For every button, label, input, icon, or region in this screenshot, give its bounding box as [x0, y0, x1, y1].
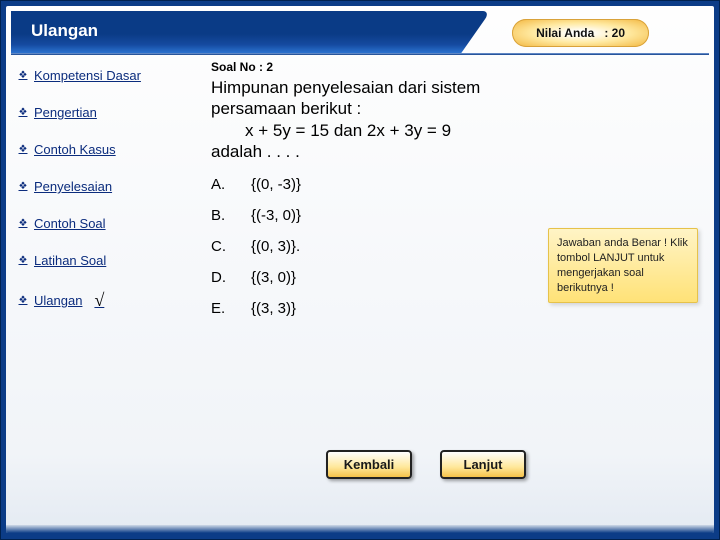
option-d-label[interactable]: D. — [211, 269, 251, 286]
sidebar-item-pengertian[interactable]: ❖ Pengertian — [18, 105, 203, 120]
check-mark-icon: √ — [94, 290, 104, 311]
back-button[interactable]: Kembali — [326, 450, 412, 479]
sidebar-item-label: Ulangan — [34, 293, 82, 308]
question-line-1: Himpunan penyelesaian dari sistem persam… — [211, 78, 480, 118]
sidebar-nav: ❖ Kompetensi Dasar ❖ Pengertian ❖ Contoh… — [18, 68, 203, 311]
diamond-bullet-icon: ❖ — [18, 108, 28, 118]
option-b-label[interactable]: B. — [211, 207, 251, 224]
diamond-bullet-icon: ❖ — [18, 182, 28, 192]
page-title: Ulangan — [31, 21, 98, 41]
sidebar-item-kompetensi-dasar[interactable]: ❖ Kompetensi Dasar — [18, 68, 203, 83]
sidebar-item-contoh-soal[interactable]: ❖ Contoh Soal — [18, 216, 203, 231]
score-label: Nilai Anda — [536, 26, 594, 40]
option-a-value[interactable]: {(0, -3)} — [251, 176, 704, 193]
option-a-label[interactable]: A. — [211, 176, 251, 193]
feedback-tooltip: Jawaban anda Benar ! Klik tombol LANJUT … — [548, 228, 698, 303]
option-e-label[interactable]: E. — [211, 300, 251, 317]
next-button[interactable]: Lanjut — [440, 450, 526, 479]
sidebar-item-label: Kompetensi Dasar — [34, 68, 141, 83]
app-frame: Ulangan Nilai Anda : 20 ❖ Kompetensi Das… — [0, 0, 720, 540]
diamond-bullet-icon: ❖ — [18, 256, 28, 266]
question-number: Soal No : 2 — [211, 60, 704, 74]
question-equation: x + 5y = 15 dan 2x + 3y = 9 — [211, 120, 536, 141]
sidebar-item-ulangan[interactable]: ❖ Ulangan √ — [18, 290, 203, 311]
diamond-bullet-icon: ❖ — [18, 296, 28, 306]
sidebar-item-label: Latihan Soal — [34, 253, 106, 268]
header: Ulangan Nilai Anda : 20 — [11, 11, 709, 53]
sidebar-item-label: Pengertian — [34, 105, 97, 120]
sidebar-item-contoh-kasus[interactable]: ❖ Contoh Kasus — [18, 142, 203, 157]
sidebar-item-label: Contoh Kasus — [34, 142, 116, 157]
sidebar-item-label: Penyelesaian — [34, 179, 112, 194]
nav-buttons: Kembali Lanjut — [326, 450, 526, 479]
header-divider — [11, 53, 709, 55]
sidebar-item-latihan-soal[interactable]: ❖ Latihan Soal — [18, 253, 203, 268]
score-pill: Nilai Anda : 20 — [512, 19, 649, 47]
question-text: Himpunan penyelesaian dari sistem persam… — [211, 77, 536, 162]
question-line-3: adalah . . . . — [211, 142, 300, 161]
diamond-bullet-icon: ❖ — [18, 71, 28, 81]
diamond-bullet-icon: ❖ — [18, 219, 28, 229]
content-panel: Ulangan Nilai Anda : 20 ❖ Kompetensi Das… — [6, 6, 714, 533]
main-content: Soal No : 2 Himpunan penyelesaian dari s… — [211, 60, 704, 519]
score-value: : 20 — [604, 26, 625, 40]
option-b-value[interactable]: {(-3, 0)} — [251, 207, 704, 224]
option-c-label[interactable]: C. — [211, 238, 251, 255]
sidebar-item-penyelesaian[interactable]: ❖ Penyelesaian — [18, 179, 203, 194]
diamond-bullet-icon: ❖ — [18, 145, 28, 155]
sidebar-item-label: Contoh Soal — [34, 216, 106, 231]
